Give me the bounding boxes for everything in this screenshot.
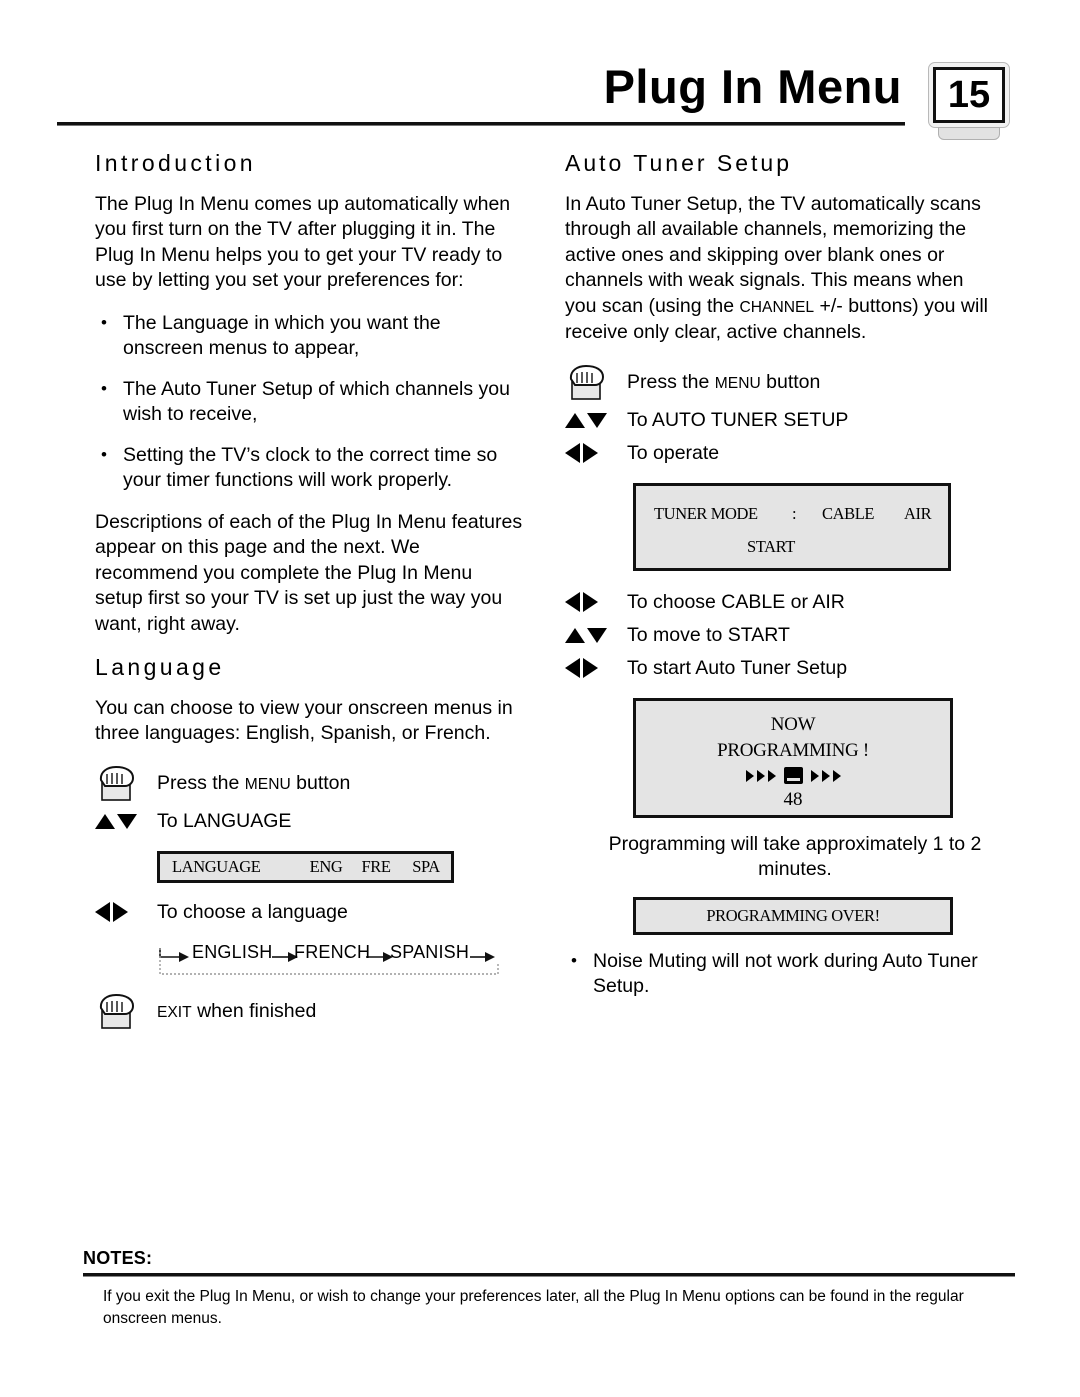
language-step-press-menu-label: Press the Menu button: [157, 771, 351, 794]
osd-tuner-option-air: AIR: [904, 503, 932, 523]
osd-language-bar: LANGUAGE ENG FRE SPA: [157, 850, 454, 883]
language-step-navigate-label: To LANGUAGE: [157, 809, 292, 832]
right-arrow-icon: [745, 769, 754, 782]
menu-keyword: Menu: [714, 374, 761, 392]
cycle-label-english: ENGLISH: [192, 941, 273, 962]
page-number-tv-icon: 15: [928, 62, 1010, 128]
osd-tuner-option-cable: CABLE: [822, 503, 875, 523]
channel-keyword: Channel: [739, 298, 815, 316]
language-step-navigate: To LANGUAGE: [95, 806, 525, 837]
notes-divider: [83, 1273, 1015, 1277]
osd-now-channel-number: 48: [783, 788, 803, 810]
auto-tuner-heading: Auto Tuner Setup: [565, 150, 793, 176]
osd-language-option-eng: ENG: [309, 856, 343, 876]
auto-tuner-note-list: Noise Muting will not work during Auto T…: [565, 948, 995, 1000]
osd-tuner-start: START: [747, 536, 795, 556]
osd-language-option-fre: FRE: [361, 856, 391, 876]
hand-button-icon: [95, 992, 157, 1032]
page-title: Plug In Menu: [603, 60, 902, 113]
exit-keyword: Exit: [157, 1003, 192, 1021]
introduction-heading: Introduction: [95, 150, 256, 176]
list-item: Noise Muting will not work during Auto T…: [565, 948, 995, 1000]
left-right-arrows-icon: [95, 902, 157, 923]
tuner-step-operate: To operate: [565, 438, 995, 469]
right-column: Auto Tuner Setup In Auto Tuner Setup, th…: [565, 150, 995, 1016]
language-step-choose: To choose a language: [95, 897, 525, 928]
tuner-step-start-setup-label: To start Auto Tuner Setup: [627, 656, 848, 679]
auto-tuner-paragraph: In Auto Tuner Setup, the TV automaticall…: [565, 192, 989, 344]
osd-tuner-mode-colon: :: [792, 503, 797, 523]
tuner-step-start-setup: To start Auto Tuner Setup: [565, 653, 995, 684]
notes-title: NOTES:: [83, 1248, 153, 1268]
tuner-step-move-start: To move to START: [565, 620, 995, 651]
tuner-step-choose-source: To choose CABLE or AIR: [565, 587, 995, 618]
notes-section: NOTES: If you exit the Plug In Menu, or …: [83, 1248, 1015, 1330]
right-arrow-icon: [832, 769, 841, 782]
tuner-step-navigate-label: To AUTO TUNER SETUP: [627, 408, 849, 431]
hand-button-icon: [95, 764, 157, 804]
language-paragraph: You can choose to view your onscreen men…: [95, 696, 513, 745]
scanning-animation-icons: [636, 764, 950, 788]
up-down-arrows-icon: [565, 412, 627, 428]
language-step-exit-label: Exit when finished: [157, 999, 317, 1022]
language-step-press-menu: Press the Menu button: [95, 764, 525, 804]
page-number: 15: [933, 67, 1005, 123]
left-right-arrows-icon: [565, 658, 627, 679]
cycle-label-french: FRENCH: [294, 941, 371, 962]
osd-programming-over: PROGRAMMING OVER!: [633, 896, 953, 935]
language-step-exit: Exit when finished: [95, 992, 525, 1032]
tv-glyph-icon: [783, 767, 803, 785]
tuner-step-press-menu: Press the Menu button: [565, 363, 995, 403]
page-header: Plug In Menu 15: [0, 0, 1080, 140]
osd-now-programming: NOW PROGRAMMING ! 48: [633, 697, 953, 818]
language-cycle-diagram: ENGLISH FRENCH SPANISH: [157, 940, 502, 982]
tuner-step-press-menu-label: Press the Menu button: [627, 370, 821, 393]
list-item: Setting the TV’s clock to the correct ti…: [95, 442, 525, 494]
list-item: The Auto Tuner Setup of which channels y…: [95, 376, 525, 428]
introduction-bullet-list: The Language in which you want the onscr…: [95, 310, 525, 494]
osd-language-label: LANGUAGE: [172, 856, 261, 876]
osd-tuner-mode: TUNER MODE : CABLE AIR START: [633, 482, 951, 571]
cycle-label-spanish: SPANISH: [390, 941, 470, 962]
header-divider: [57, 122, 905, 126]
up-down-arrows-icon: [95, 813, 157, 829]
left-column: Introduction The Plug In Menu comes up a…: [95, 150, 525, 1034]
up-down-arrows-icon: [565, 627, 627, 643]
notes-body: If you exit the Plug In Menu, or wish to…: [103, 1288, 964, 1327]
introduction-paragraph: The Plug In Menu comes up automatically …: [95, 192, 511, 292]
programming-duration-caption: Programming will take approximately 1 to…: [608, 832, 982, 881]
tuner-step-choose-source-label: To choose CABLE or AIR: [627, 590, 845, 613]
osd-language-option-spa: SPA: [412, 856, 440, 876]
right-arrow-icon: [756, 769, 765, 782]
list-item: The Language in which you want the onscr…: [95, 310, 525, 362]
right-arrow-icon: [767, 769, 776, 782]
osd-tuner-mode-label: TUNER MODE: [654, 503, 758, 523]
left-right-arrows-icon: [565, 592, 627, 613]
tv-icon-base: [938, 127, 1000, 140]
menu-keyword: Menu: [244, 775, 291, 793]
left-right-arrows-icon: [565, 443, 627, 464]
language-heading: Language: [95, 654, 225, 681]
osd-now-line2: PROGRAMMING !: [717, 739, 869, 761]
hand-button-icon: [565, 363, 627, 403]
tuner-step-move-start-label: To move to START: [627, 623, 790, 646]
introduction-closing-paragraph: Descriptions of each of the Plug In Menu…: [95, 510, 523, 635]
right-arrow-icon: [810, 769, 819, 782]
osd-now-line1: NOW: [770, 713, 816, 735]
tuner-step-operate-label: To operate: [627, 441, 720, 464]
right-arrow-icon: [821, 769, 830, 782]
tuner-step-navigate: To AUTO TUNER SETUP: [565, 405, 995, 436]
osd-tuner-mode-row: TUNER MODE : CABLE AIR: [636, 486, 948, 524]
language-step-choose-label: To choose a language: [157, 900, 348, 923]
